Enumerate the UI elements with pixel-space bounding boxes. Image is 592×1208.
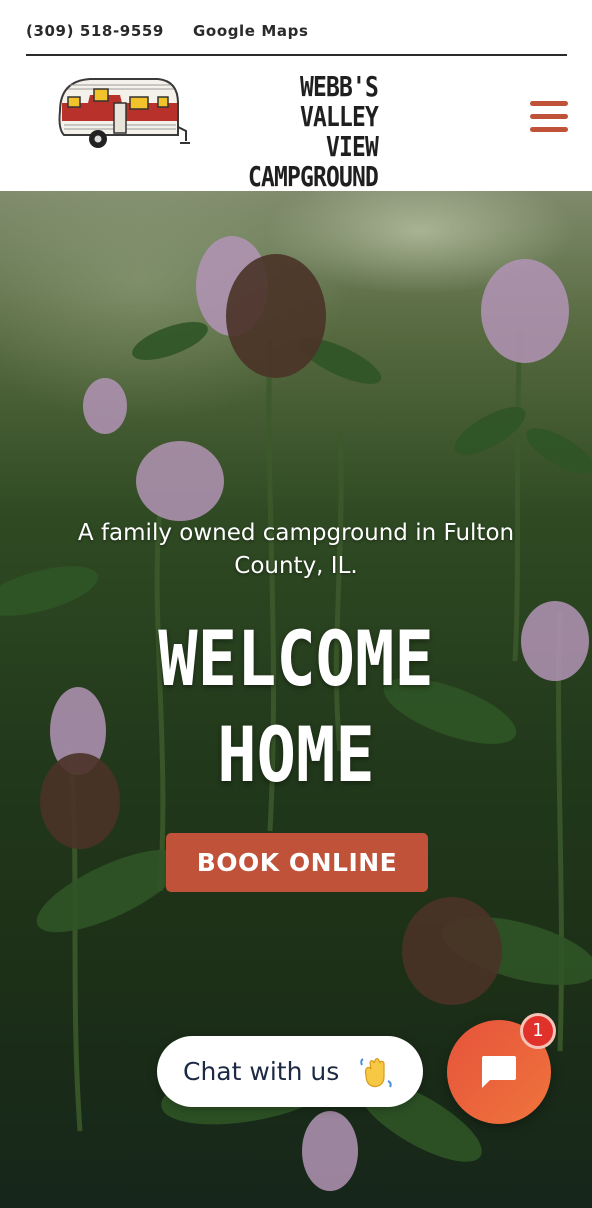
menu-bar xyxy=(530,101,568,106)
logo-line-2: VALLEY VIEW xyxy=(299,100,379,163)
hero-tagline: A family owned campground in Fulton Coun… xyxy=(77,520,515,579)
phone-link[interactable]: (309) 518-9559 xyxy=(26,22,164,40)
site-header: WEBB'S VALLEY VIEW CAMPGROUND xyxy=(0,57,592,193)
chat-label: Chat with us xyxy=(183,1057,340,1086)
chat-with-us-pill[interactable]: Chat with us xyxy=(157,1036,423,1107)
hero-headline: WELCOME HOME xyxy=(0,611,592,803)
google-maps-link[interactable]: Google Maps xyxy=(193,22,309,40)
chat-bubble-icon xyxy=(482,1056,516,1088)
hamburger-menu-icon[interactable] xyxy=(530,101,568,135)
site-logo-text[interactable]: WEBB'S VALLEY VIEW CAMPGROUND xyxy=(214,70,379,193)
camper-trailer-logo-icon[interactable] xyxy=(50,73,192,157)
unread-count-badge: 1 xyxy=(520,1013,556,1049)
logo-line-1: WEBB'S xyxy=(299,70,379,103)
headline-line-1: WELCOME xyxy=(158,614,434,703)
top-contact-bar: (309) 518-9559 Google Maps xyxy=(26,0,567,56)
logo-line-3: CAMPGROUND xyxy=(247,160,379,193)
book-online-button[interactable]: BOOK ONLINE xyxy=(166,833,428,892)
waving-hand-icon xyxy=(360,1058,392,1088)
headline-line-2: HOME xyxy=(217,710,375,799)
menu-bar xyxy=(530,114,568,119)
menu-bar xyxy=(530,127,568,132)
